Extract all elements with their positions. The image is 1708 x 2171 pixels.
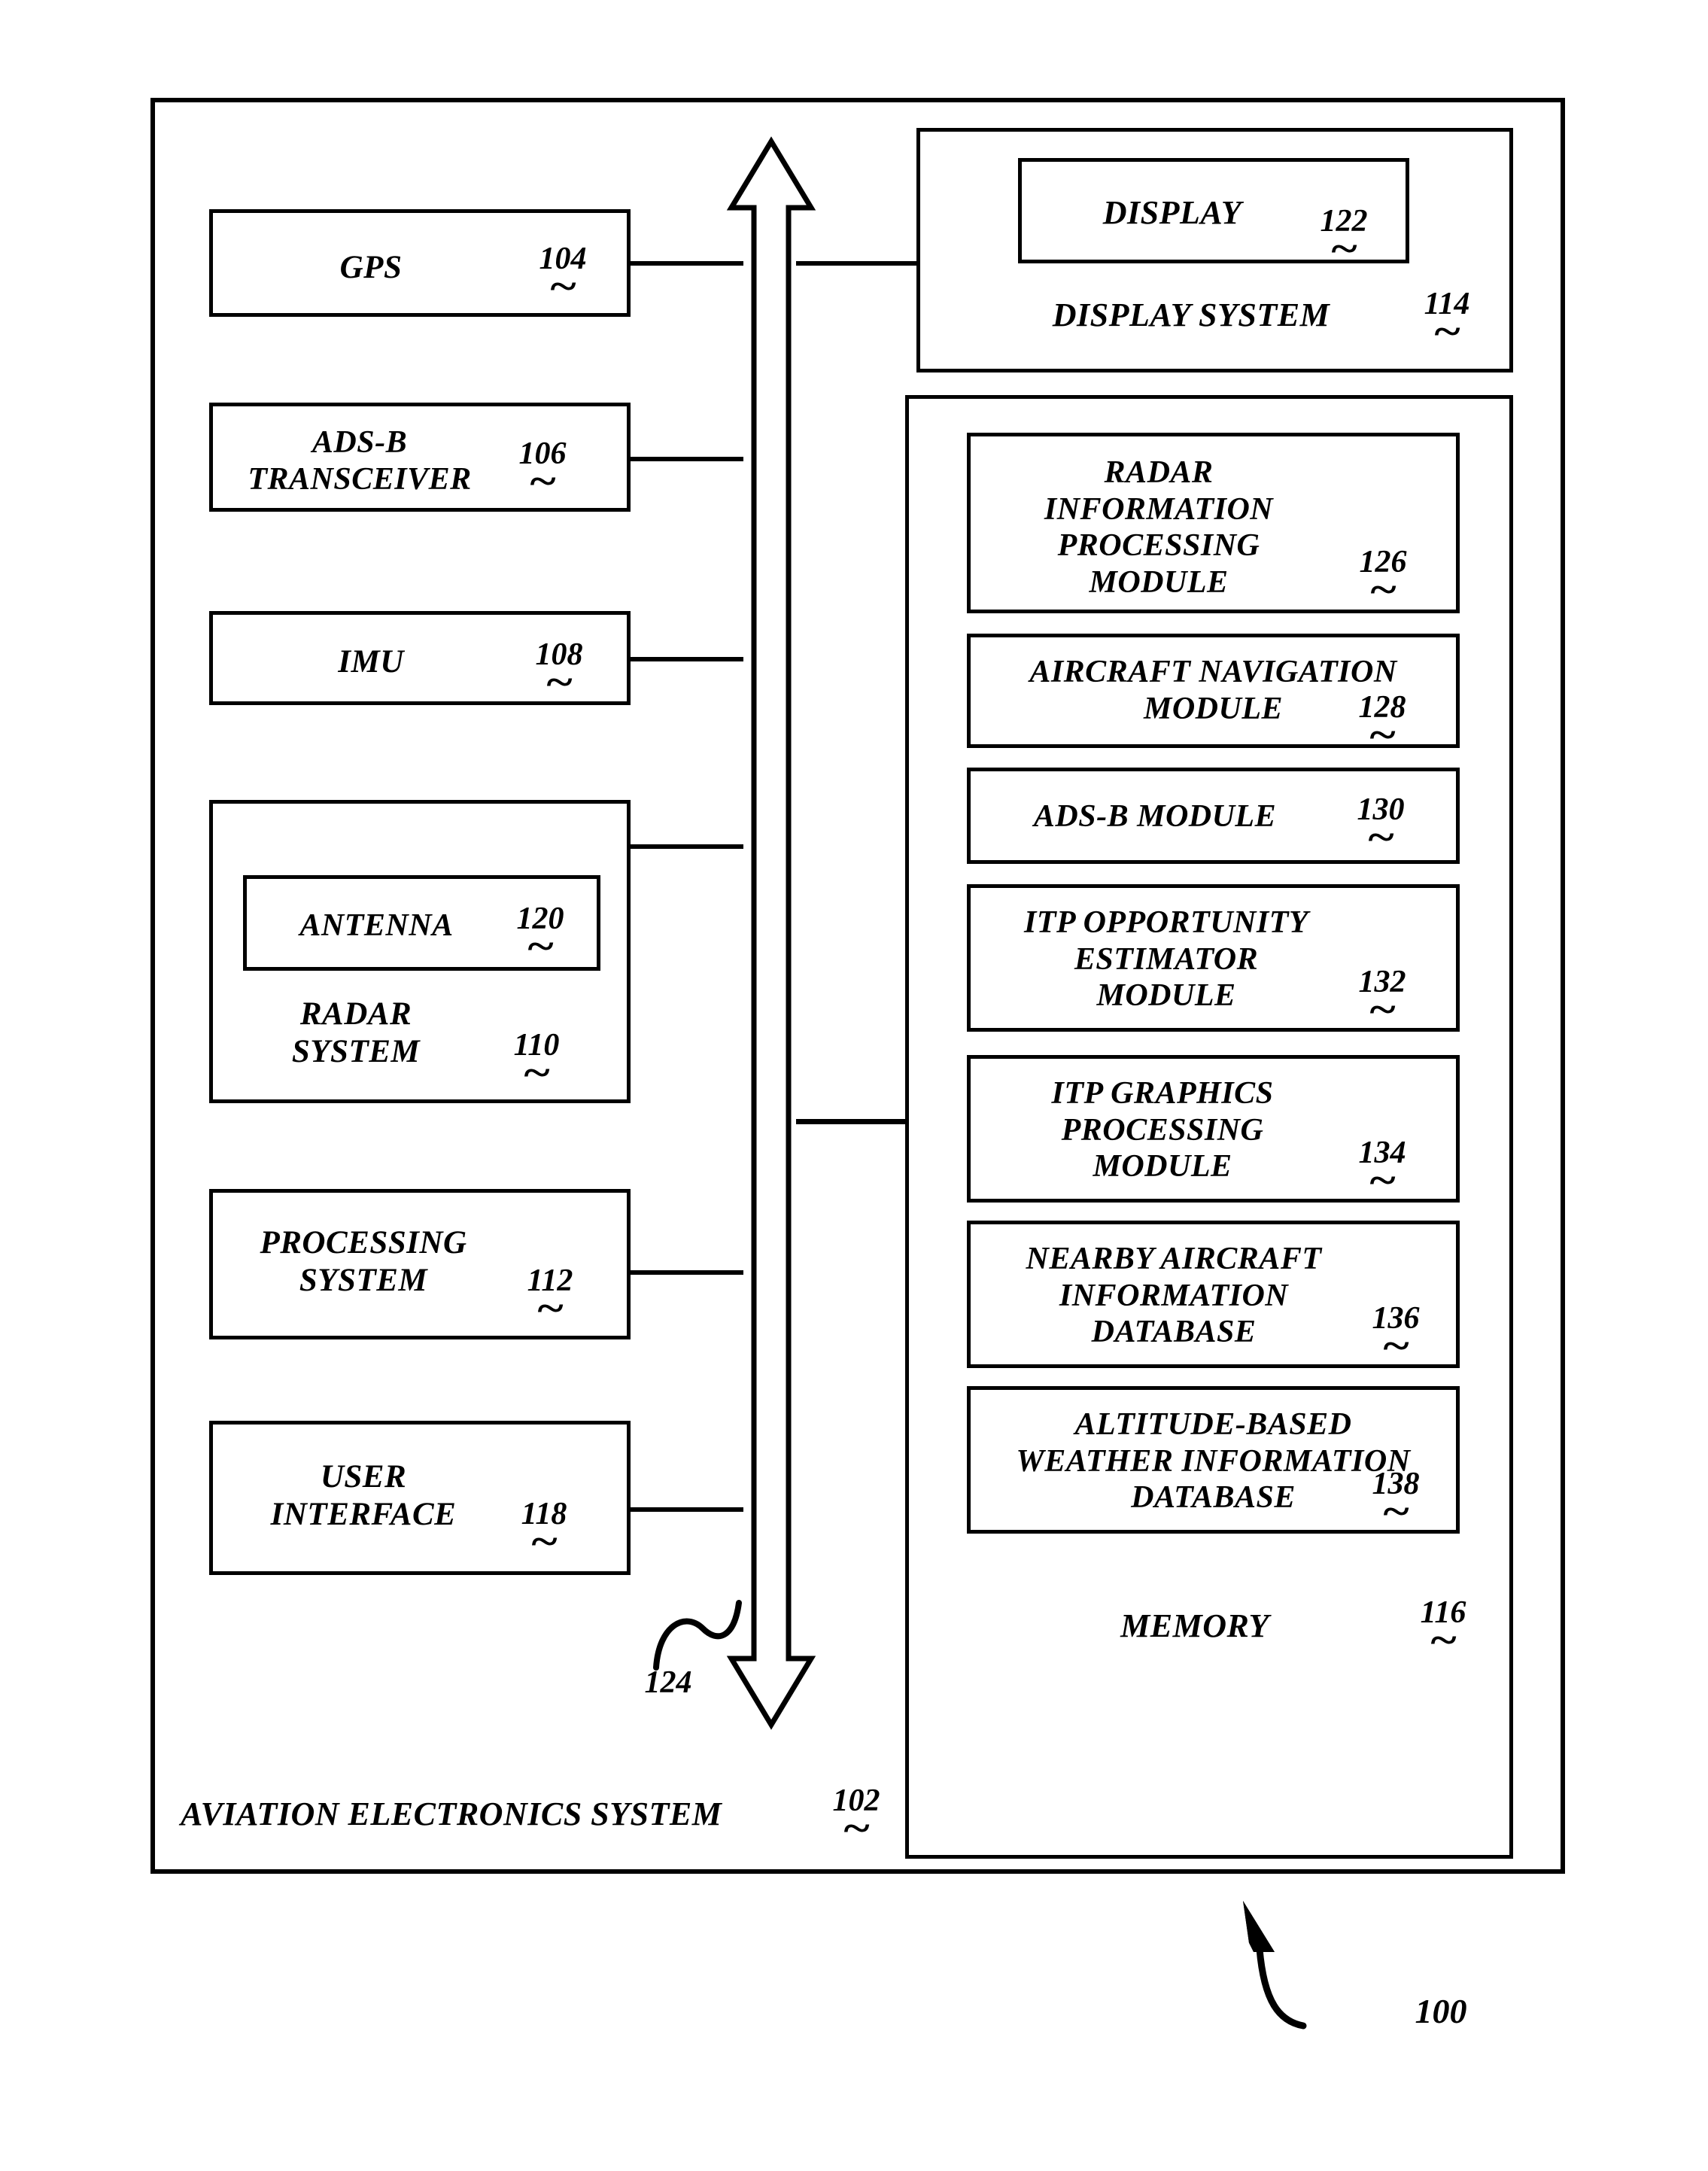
ref-106: 106 ~ [497, 438, 588, 501]
processing-system-label: PROCESSING SYSTEM [260, 1225, 467, 1298]
itp-graphics-processing-module-box: ITP GRAPHICS PROCESSING MODULE 134 ~ [967, 1055, 1460, 1203]
display-system-box: DISPLAY 122 ~ DISPLAY SYSTEM 114 ~ [916, 128, 1513, 372]
ref-104-squiggle: ~ [549, 265, 577, 309]
memory-box: RADAR INFORMATION PROCESSING MODULE 126 … [905, 395, 1513, 1859]
itp-opportunity-estimator-module-box: ITP OPPORTUNITY ESTIMATOR MODULE 132 ~ [967, 884, 1460, 1032]
ref-136-squiggle: ~ [1381, 1324, 1410, 1368]
ref-108-squiggle: ~ [545, 661, 573, 704]
ref-130: 130 ~ [1336, 794, 1426, 857]
ref-118-squiggle: ~ [530, 1520, 558, 1564]
ref-120: 120 ~ [495, 903, 585, 966]
ref-100: 100 [1384, 1994, 1497, 2029]
radar-information-processing-module-label: RADAR INFORMATION PROCESSING MODULE [1044, 455, 1274, 601]
ref-128: 128 ~ [1337, 692, 1427, 755]
adsb-transceiver-box: ADS-B TRANSCEIVER 106 ~ [209, 403, 631, 512]
adsb-module-label: ADS-B MODULE [1033, 799, 1277, 834]
ref-134: 134 ~ [1337, 1137, 1427, 1200]
ref-102-squiggle: ~ [842, 1807, 871, 1850]
ref-106-squiggle: ~ [528, 460, 557, 503]
adsb-module-box: ADS-B MODULE 130 ~ [967, 768, 1460, 864]
ref-138-squiggle: ~ [1381, 1490, 1410, 1534]
ref-136: 136 ~ [1351, 1303, 1441, 1366]
ref-112-squiggle: ~ [536, 1287, 564, 1330]
ref-124: 124 [623, 1667, 713, 1698]
data-bus-arrow [722, 135, 820, 1731]
ref-132: 132 ~ [1337, 966, 1427, 1029]
patent-figure-sheet: 124 GPS 104 ~ ADS-B TRANSCEIVER 106 ~ IM… [0, 0, 1708, 2171]
ref-122-squiggle: ~ [1330, 227, 1358, 271]
ref-100-number: 100 [1415, 1992, 1467, 2030]
itp-graphics-processing-module-label: ITP GRAPHICS PROCESSING MODULE [1051, 1076, 1274, 1184]
aircraft-navigation-module-box: AIRCRAFT NAVIGATION MODULE 128 ~ [967, 634, 1460, 755]
ref-134-squiggle: ~ [1368, 1159, 1396, 1203]
user-interface-label: USER INTERFACE [270, 1459, 457, 1532]
aviation-electronics-system-label: AVIATION ELECTRONICS SYSTEM [181, 1795, 722, 1832]
processing-system-box: PROCESSING SYSTEM 112 ~ [209, 1189, 631, 1339]
ref-102: 102 ~ [811, 1785, 901, 1848]
ref-118: 118 ~ [499, 1498, 589, 1561]
altitude-based-weather-information-database-box: ALTITUDE-BASED WEATHER INFORMATION DATAB… [967, 1386, 1460, 1534]
radar-system-box: ANTENNA 120 ~ RADAR SYSTEM 110 ~ [209, 800, 631, 1103]
ref-128-squiggle: ~ [1368, 713, 1396, 757]
ref-138: 138 ~ [1351, 1468, 1441, 1531]
radar-information-processing-module-box: RADAR INFORMATION PROCESSING MODULE 126 … [967, 433, 1460, 613]
ref-124-number: 124 [644, 1665, 692, 1700]
bus-lead-line [647, 1595, 760, 1671]
ref-116: 116 ~ [1398, 1597, 1488, 1660]
display-label: DISPLAY [1102, 194, 1242, 231]
ref-104: 104 ~ [518, 243, 608, 306]
antenna-box: ANTENNA 120 ~ [243, 875, 600, 971]
display-system-label: DISPLAY SYSTEM [1052, 296, 1330, 333]
adsb-transceiver-label: ADS-B TRANSCEIVER [248, 425, 472, 497]
imu-box: IMU 108 ~ [209, 611, 631, 705]
nearby-aircraft-information-database-box: NEARBY AIRCRAFT INFORMATION DATABASE 136… [967, 1221, 1460, 1368]
ref-114-squiggle: ~ [1433, 310, 1461, 354]
ref-112: 112 ~ [505, 1265, 595, 1328]
ref-120-squiggle: ~ [526, 925, 555, 968]
ref-116-squiggle: ~ [1429, 1619, 1457, 1662]
gps-label: GPS [339, 250, 403, 285]
nearby-aircraft-information-database-label: NEARBY AIRCRAFT INFORMATION DATABASE [1026, 1242, 1322, 1350]
display-box: DISPLAY 122 ~ [1018, 158, 1409, 269]
ref-126: 126 ~ [1338, 546, 1428, 610]
ref-108: 108 ~ [514, 639, 604, 702]
ref-130-squiggle: ~ [1366, 816, 1395, 859]
user-interface-box: USER INTERFACE 118 ~ [209, 1421, 631, 1575]
antenna-label: ANTENNA [299, 908, 454, 943]
itp-opportunity-estimator-module-label: ITP OPPORTUNITY ESTIMATOR MODULE [1023, 905, 1309, 1014]
ref-114: 114 ~ [1402, 288, 1492, 351]
figure-lead-arrow [1234, 1896, 1384, 2032]
gps-box: GPS 104 ~ [209, 209, 631, 317]
ref-132-squiggle: ~ [1368, 988, 1396, 1032]
memory-label: MEMORY [1120, 1607, 1269, 1644]
ref-110: 110 ~ [491, 1029, 582, 1093]
imu-label: IMU [338, 644, 404, 680]
ref-110-squiggle: ~ [522, 1051, 551, 1095]
ref-122: 122 ~ [1299, 205, 1389, 269]
radar-system-label: RADAR SYSTEM [291, 996, 421, 1069]
ref-126-squiggle: ~ [1369, 568, 1397, 612]
